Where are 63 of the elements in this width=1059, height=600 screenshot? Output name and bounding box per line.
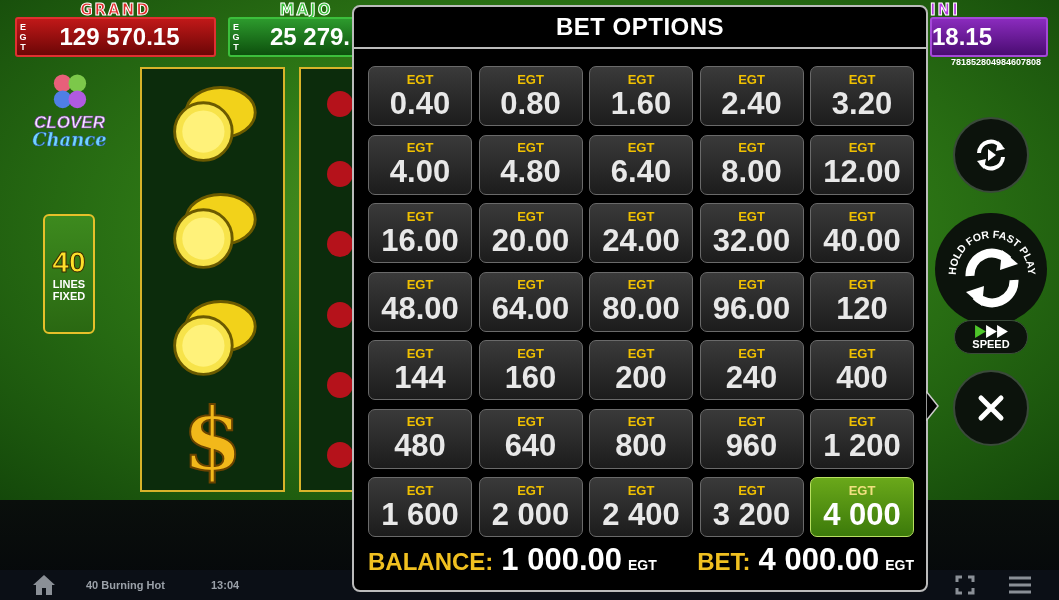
bet-option[interactable]: EGT 2 400	[589, 477, 693, 537]
bet-option[interactable]: EGT 16.00	[368, 203, 472, 263]
logo-text: CLOVER	[34, 114, 105, 131]
jackpot-title: GRAND	[80, 3, 151, 17]
dollar-symbol: $	[182, 394, 243, 485]
bet-option[interactable]: EGT 1 200	[810, 408, 914, 469]
bet-option[interactable]: EGT 48.00	[368, 271, 472, 332]
bet-option[interactable]: EGT 4.80	[478, 134, 583, 195]
bet-option[interactable]: EGT 240	[699, 340, 804, 400]
bet-option[interactable]: EGT 120	[810, 271, 914, 332]
fullscreen-icon[interactable]	[955, 575, 975, 595]
menu-icon[interactable]	[1009, 576, 1031, 594]
bet-option[interactable]: EGT 640	[478, 408, 583, 469]
bet-option[interactable]: EGT 4 000	[810, 477, 914, 537]
bet-label: BET:	[697, 548, 751, 576]
jackpot-amount: 25 279.	[268, 23, 352, 51]
panel-title: BET OPTIONS	[555, 13, 725, 41]
bet-option[interactable]: EGT 64.00	[478, 271, 583, 332]
jackpot-title: MAJO	[279, 3, 333, 17]
bet-option[interactable]: EGT 1 600	[368, 477, 472, 537]
bet-option[interactable]: EGT 2 000	[478, 477, 583, 537]
balance-label: BALANCE:	[368, 548, 494, 576]
bet-option[interactable]: EGT 24.00	[589, 203, 693, 263]
logo-text: Chance	[32, 131, 107, 149]
bet-option[interactable]: EGT 144	[368, 340, 472, 400]
jackpot-amount: 129 570.15	[58, 23, 181, 51]
bet-amount: 4 000.00	[758, 542, 880, 578]
bet-option[interactable]: EGT 960	[699, 408, 804, 469]
clock-time: 13:04	[211, 579, 240, 591]
currency-label: EGT	[885, 557, 914, 573]
session-id: 781852804984607808	[951, 57, 1042, 67]
bet-option[interactable]: EGT 12.00	[810, 134, 914, 195]
bet-option[interactable]: EGT 8.00	[699, 134, 804, 195]
home-icon[interactable]	[32, 574, 56, 596]
bet-option[interactable]: EGT 160	[478, 340, 583, 400]
close-icon	[976, 393, 1006, 423]
game-name: 40 Burning Hot	[86, 579, 166, 591]
bet-option[interactable]: EGT 800	[589, 408, 693, 469]
bet-option[interactable]: EGT 20.00	[478, 203, 583, 263]
bet-option[interactable]: EGT 80.00	[589, 271, 693, 332]
bet-option[interactable]: EGT 96.00	[699, 271, 804, 332]
currency-label: EGT	[232, 22, 240, 52]
bet-option[interactable]: EGT 200	[589, 340, 693, 400]
bet-option[interactable]: EGT 0.40	[368, 66, 472, 126]
currency-label: EGT	[19, 22, 27, 52]
bet-option[interactable]: EGT 0.80	[478, 66, 583, 126]
bet-option[interactable]: EGT 400	[810, 340, 914, 400]
bet-option[interactable]: EGT 2.40	[699, 66, 804, 126]
currency-label: EGT	[628, 557, 657, 573]
bet-option[interactable]: EGT 3 200	[699, 477, 804, 537]
balance-amount: 1 000.00	[501, 542, 622, 578]
jackpot-amount: 18.15	[932, 23, 994, 51]
jackpot-title: INI	[930, 3, 960, 17]
bet-option[interactable]: EGT 4.00	[368, 134, 472, 195]
lines-count: 40	[52, 246, 86, 278]
bet-option[interactable]: EGT 3.20	[810, 66, 914, 126]
bet-option[interactable]: EGT 6.40	[589, 134, 693, 195]
bet-option[interactable]: EGT 480	[368, 408, 472, 469]
bet-option[interactable]: EGT 32.00	[699, 203, 804, 263]
speed-button[interactable]: SPEED	[954, 320, 1028, 354]
bet-option[interactable]: EGT 1.60	[589, 66, 693, 126]
bet-option[interactable]: EGT 40.00	[810, 203, 914, 263]
lines-label: LINES FIXED	[51, 278, 87, 302]
